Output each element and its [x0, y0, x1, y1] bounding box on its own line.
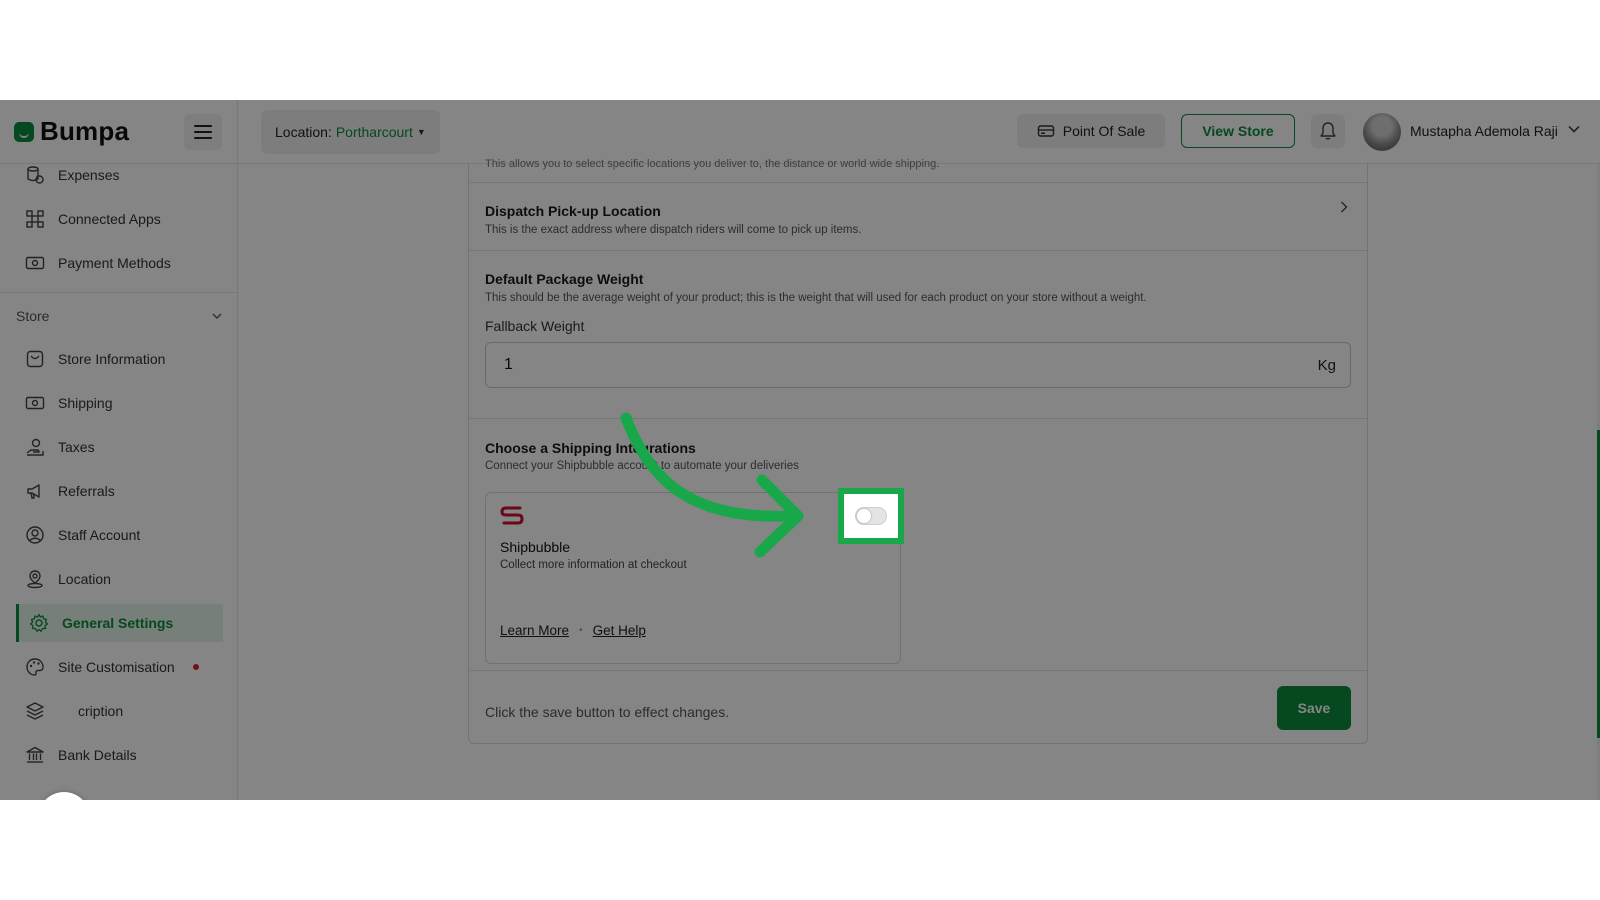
shipbubble-description: Collect more information at checkout [500, 559, 687, 571]
sidebar-item-label: Location [58, 571, 111, 587]
fallback-weight-value: 1 [504, 356, 513, 373]
shipbubble-toggle[interactable] [855, 507, 887, 525]
sidebar-item-label: General Settings [62, 615, 174, 631]
shipbubble-links: Learn More • Get Help [500, 623, 646, 638]
fallback-weight-label: Fallback Weight [485, 318, 585, 334]
sidebar-item-shipping[interactable]: Shipping [16, 384, 223, 422]
save-hint: Click the save button to effect changes. [485, 704, 730, 720]
sidebar-item-payment-methods[interactable]: Payment Methods [16, 244, 223, 282]
sidebar-item-taxes[interactable]: Taxes [16, 428, 223, 466]
bell-icon [1320, 122, 1336, 140]
caret-down-icon: ▼ [416, 127, 426, 137]
logo-text: Bumpa [40, 116, 130, 146]
sidebar-item-general-settings[interactable]: General Settings [16, 604, 223, 642]
divider [469, 670, 1367, 671]
palette-icon [24, 656, 46, 678]
payment-methods-icon [24, 252, 46, 274]
sidebar-item-location[interactable]: Location [16, 560, 223, 598]
store-section-header[interactable]: Store [16, 308, 223, 324]
sidebar-item-connected-apps[interactable]: Connected Apps [16, 200, 223, 238]
weight-unit: Kg [1317, 356, 1336, 374]
location-value: Portharcourt [335, 124, 413, 140]
referrals-icon [24, 480, 46, 502]
sidebar-item-label: Referrals [58, 483, 115, 499]
store-section-label: Store [16, 308, 50, 324]
sidebar-item-label: Staff Account [58, 527, 141, 543]
sidebar-item-label: cription [78, 703, 124, 719]
sidebar-item-label: Site Customisation [58, 659, 175, 675]
chevron-right-icon [1340, 201, 1348, 213]
connected-apps-icon [24, 208, 46, 230]
menu-toggle-button[interactable] [184, 114, 222, 150]
bumpa-logo[interactable]: Bumpa [14, 116, 129, 147]
integrations-title: Choose a Shipping Integrations [485, 440, 696, 456]
avatar[interactable] [1363, 113, 1401, 151]
taxes-icon [24, 436, 46, 458]
integrations-description: Connect your Shipbubble account to autom… [485, 460, 799, 472]
staff-icon [24, 524, 46, 546]
sidebar-item-referrals[interactable]: Referrals [16, 472, 223, 510]
top-bar: Bumpa Location: Portharcourt ▼ Point Of … [0, 100, 1600, 164]
package-weight-description: This should be the average weight of you… [485, 292, 1147, 304]
fallback-weight-input[interactable]: 1 Kg [485, 342, 1351, 388]
expenses-icon [24, 164, 46, 186]
shipping-icon [24, 392, 46, 414]
divider [469, 182, 1367, 183]
dispatch-title: Dispatch Pick-up Location [485, 203, 661, 219]
shipbubble-name: Shipbubble [500, 539, 571, 555]
learn-more-link[interactable]: Learn More [500, 623, 569, 638]
pos-icon [1037, 125, 1054, 137]
notifications-button[interactable] [1311, 114, 1345, 148]
sidebar-item-label: Expenses [58, 167, 120, 183]
location-label: Location: [275, 124, 332, 140]
shipping-settings-card: This allows you to select specific locat… [468, 158, 1368, 744]
sidebar-divider [237, 100, 238, 800]
new-indicator-dot [192, 664, 199, 670]
get-help-link[interactable]: Get Help [593, 623, 646, 638]
pos-label: Point Of Sale [1062, 123, 1146, 139]
sidebar-item-expenses[interactable]: Expenses [16, 156, 223, 194]
sidebar-item-label: Taxes [58, 439, 95, 455]
divider [469, 250, 1367, 251]
divider [469, 418, 1367, 419]
chevron-down-icon[interactable] [1567, 122, 1581, 136]
hamburger-icon [194, 125, 212, 127]
sidebar-item-staff-account[interactable]: Staff Account [16, 516, 223, 554]
toggle-highlight-inner [844, 494, 898, 538]
location-icon [24, 568, 46, 590]
layers-icon [24, 700, 46, 722]
view-store-button[interactable]: View Store [1181, 114, 1295, 148]
section-divider [0, 292, 237, 293]
gear-icon [28, 612, 50, 634]
sidebar-item-label: Connected Apps [58, 211, 161, 227]
sidebar: Expenses Connected Apps Payment Methods … [0, 164, 237, 800]
sidebar-item-bank-details[interactable]: Bank Details [16, 736, 223, 774]
sidebar-item-subscription[interactable]: cription [16, 692, 223, 730]
toggle-highlight-frame [838, 488, 904, 544]
link-separator: • [579, 625, 583, 636]
chevron-down-icon [212, 313, 222, 319]
point-of-sale-button[interactable]: Point Of Sale [1017, 114, 1165, 148]
store-info-icon [24, 348, 46, 370]
bumpa-logo-icon [14, 121, 34, 142]
sidebar-item-label: Bank Details [58, 747, 137, 763]
sidebar-item-label: Store Information [58, 351, 166, 367]
save-button[interactable]: Save [1277, 686, 1351, 730]
package-weight-title: Default Package Weight [485, 271, 644, 287]
sidebar-item-label: Shipping [58, 395, 113, 411]
cut-off-description: This allows you to select specific locat… [485, 158, 940, 170]
sidebar-item-store-information[interactable]: Store Information [16, 340, 223, 378]
app-window: Bumpa Location: Portharcourt ▼ Point Of … [0, 100, 1600, 800]
sidebar-item-site-customisation[interactable]: Site Customisation [16, 648, 223, 686]
user-name[interactable]: Mustapha Ademola Raji [1410, 123, 1558, 139]
shipbubble-logo-icon [500, 506, 524, 525]
bank-icon [24, 744, 46, 766]
toggle-knob [857, 509, 871, 523]
location-selector[interactable]: Location: Portharcourt ▼ [261, 110, 440, 154]
sidebar-item-label: Payment Methods [58, 255, 171, 271]
dispatch-description: This is the exact address where dispatch… [485, 224, 862, 236]
